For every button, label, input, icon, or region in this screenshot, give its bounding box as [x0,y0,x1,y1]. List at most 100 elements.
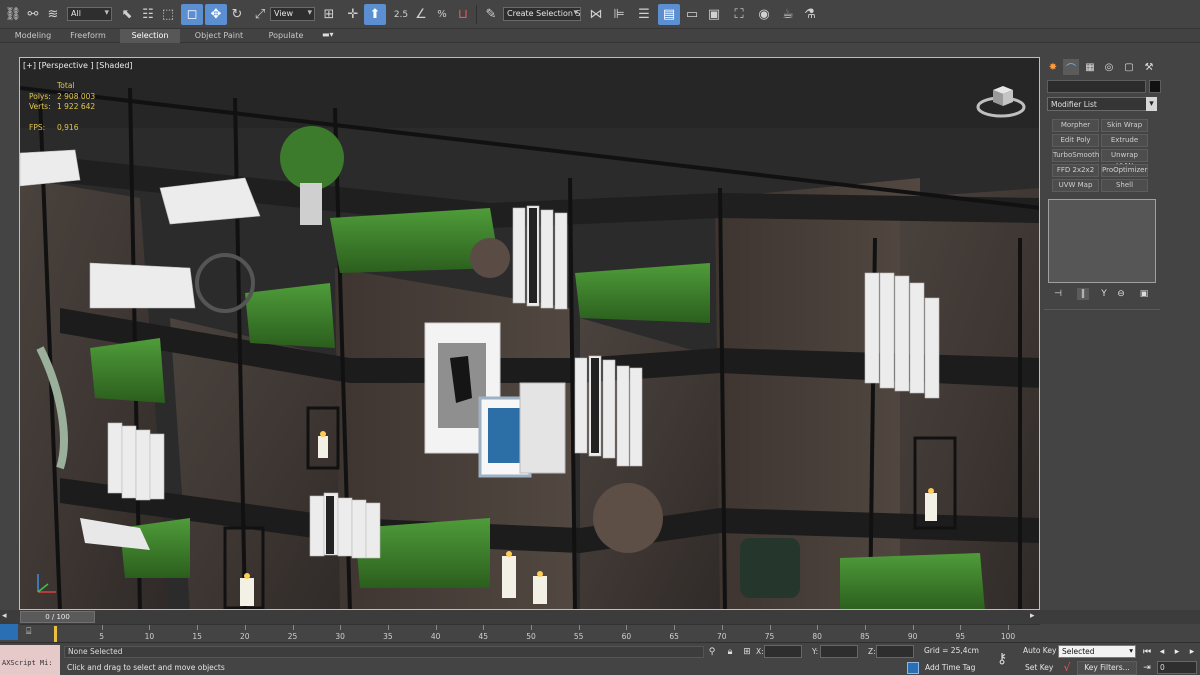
current-frame-field[interactable]: 0 [1157,661,1197,674]
select-and-move-icon[interactable]: ✥ [205,4,227,25]
pivot-center-icon[interactable]: ⊞ [318,4,340,25]
motion-tab-icon[interactable]: ◎ [1101,59,1117,75]
time-tag-icon[interactable] [907,662,919,674]
time-cursor[interactable] [54,626,57,642]
angle-snap-icon[interactable]: ∠ [410,4,432,25]
modifier-button-morpher[interactable]: Morpher [1052,119,1099,132]
show-end-result-icon[interactable]: ‖ [1077,288,1089,300]
mini-curve-editor-icon[interactable]: ⌸ [26,627,40,639]
key-mode-dropdown[interactable]: Selected [1058,645,1136,658]
select-and-rotate-icon[interactable]: ↻ [226,4,248,25]
modifier-button-turbosmooth[interactable]: TurboSmooth [1052,149,1099,162]
configure-modifier-sets-icon[interactable]: ▣ [1138,288,1150,300]
rectangular-selection-icon[interactable]: ⬚ [157,4,179,25]
x-coordinate-field[interactable] [764,645,802,658]
auto-key-button[interactable]: Auto Key [1023,646,1056,655]
set-keys-icon[interactable]: √ [1058,661,1076,675]
selection-lock-icon[interactable]: 🔒︎ [724,646,736,658]
select-and-scale-icon[interactable]: ⤢ [249,4,271,25]
make-unique-icon[interactable]: Y [1098,288,1110,300]
align-icon[interactable]: ⊫ [608,4,630,25]
bind-space-warp-icon[interactable]: ≋ [42,4,64,25]
viewport-label-menu[interactable]: [+] [Perspective ] [Shaded] [23,61,133,70]
modifier-button-shell[interactable]: Shell [1101,179,1148,192]
modifier-button-unwrap-uvw[interactable]: Unwrap UVW [1101,149,1148,170]
mirror-icon[interactable]: ⋈ [585,4,607,25]
track-bar-tick-label: 25 [287,632,298,641]
select-and-manipulate-icon[interactable]: ✛ [342,4,364,25]
ribbon-options-icon[interactable]: ▬▾ [322,30,340,42]
previous-frame-icon[interactable]: ◂ [2,611,16,623]
spinner-snap-icon[interactable]: ⊔ [452,4,474,25]
modifier-button-ffd[interactable]: FFD 2x2x2 [1052,164,1099,177]
hierarchy-tab-icon[interactable]: ▦ [1082,59,1098,75]
object-color-swatch[interactable] [1149,80,1161,93]
next-frame-icon[interactable]: ▸ [1030,611,1044,623]
perspective-viewport[interactable]: [+] [Perspective ] [Shaded] Total Polys:… [19,57,1040,610]
track-bar-tick [101,625,103,630]
next-frame-icon[interactable]: ▸ [1186,646,1198,658]
remove-modifier-icon[interactable]: ⊖ [1115,288,1127,300]
modifier-stack-view[interactable] [1048,199,1156,283]
key-mode-toggle-icon[interactable]: ⇥ [1141,662,1153,674]
time-slider-track[interactable] [96,611,1036,623]
toggle-scene-explorer-icon[interactable]: ☰ [633,4,655,25]
polys-label: Polys: [29,91,51,101]
modify-tab-icon[interactable]: ⌒ [1063,59,1079,75]
snaps-toggle-icon[interactable]: 2.5 [390,4,412,25]
schematic-view-icon[interactable]: ⛶ [728,4,750,25]
percent-snap-icon[interactable]: % [431,4,453,25]
z-coordinate-field[interactable] [876,645,914,658]
time-slider-handle[interactable]: 0 / 100 [20,611,95,623]
tab-freeform[interactable]: Freeform [62,29,114,43]
time-slider[interactable]: ◂ 0 / 100 ▸ [0,610,1200,624]
reference-coordinate-dropdown[interactable]: View [270,7,315,21]
modifier-button-uvw-map[interactable]: UVW Map [1052,179,1099,192]
object-name-field[interactable] [1047,80,1146,93]
track-bar[interactable]: ⌸ 5 10 15 20 25 30 35 40 45 50 55 60 65 70 75 80 85 90 95 1… [20,624,1040,642]
go-to-start-icon[interactable]: ⏮ [1141,646,1153,658]
tab-modeling[interactable]: Modeling [8,29,58,43]
key-icon[interactable]: ⚷ [997,651,1007,667]
play-icon[interactable]: ▸ [1171,646,1183,658]
select-and-link-icon[interactable]: ⛓ [2,4,24,25]
tab-populate[interactable]: Populate [262,29,310,43]
curve-editor-icon[interactable]: ▣ [703,4,725,25]
toggle-ribbon-icon[interactable]: ▭ [681,4,703,25]
absolute-mode-icon[interactable]: ⊞ [741,646,753,658]
tab-object-paint[interactable]: Object Paint [190,29,248,43]
edit-named-selection-icon[interactable]: ✎ [480,4,502,25]
window-crossing-icon[interactable]: ◻ [181,4,203,25]
modifier-button-prooptimizer[interactable]: ProOptimizer [1101,164,1148,177]
selection-filter-dropdown[interactable]: All [67,7,112,21]
unlink-icon[interactable]: ⚯ [22,4,44,25]
display-tab-icon[interactable]: ▢ [1121,59,1137,75]
z-label: Z: [868,647,876,656]
previous-frame-icon[interactable]: ◂ [1156,646,1168,658]
set-key-button[interactable]: Set Key [1025,663,1053,672]
modifier-button-extrude[interactable]: Extrude [1101,134,1148,147]
key-filters-button[interactable]: Key Filters... [1077,661,1137,675]
utilities-tab-icon[interactable]: ⚒ [1141,59,1157,75]
modifier-button-edit-poly[interactable]: Edit Poly [1052,134,1099,147]
material-editor-icon[interactable]: ◉ [753,4,775,25]
render-setup-icon[interactable]: ☕ [777,4,799,25]
create-tab-icon[interactable]: ✸ [1045,59,1061,75]
y-coordinate-field[interactable] [820,645,858,658]
track-bar-tick-label: 45 [478,632,489,641]
toggle-layer-explorer-icon[interactable]: ▤ [658,4,680,25]
viewcube-icon[interactable] [975,80,1027,120]
select-by-name-icon[interactable]: ☷ [137,4,159,25]
select-object-icon[interactable]: ⬉ [116,4,138,25]
modifier-button-skin-wrap[interactable]: Skin Wrap [1101,119,1148,132]
chevron-down-icon[interactable]: ▾ [1146,97,1157,111]
isolate-selection-icon[interactable]: ⚲ [706,646,718,658]
modifier-list-dropdown[interactable]: Modifier List [1047,97,1157,111]
tab-selection[interactable]: Selection [120,29,180,43]
add-time-tag[interactable]: Add Time Tag [925,663,975,672]
render-production-icon[interactable]: ⚗ [799,4,821,25]
named-selection-sets-dropdown[interactable]: Create Selection Se [503,7,581,21]
keyboard-shortcut-override-icon[interactable]: ⬆ [364,4,386,25]
pin-stack-icon[interactable]: ⊣ [1052,288,1064,300]
track-bar-tick [864,625,866,630]
